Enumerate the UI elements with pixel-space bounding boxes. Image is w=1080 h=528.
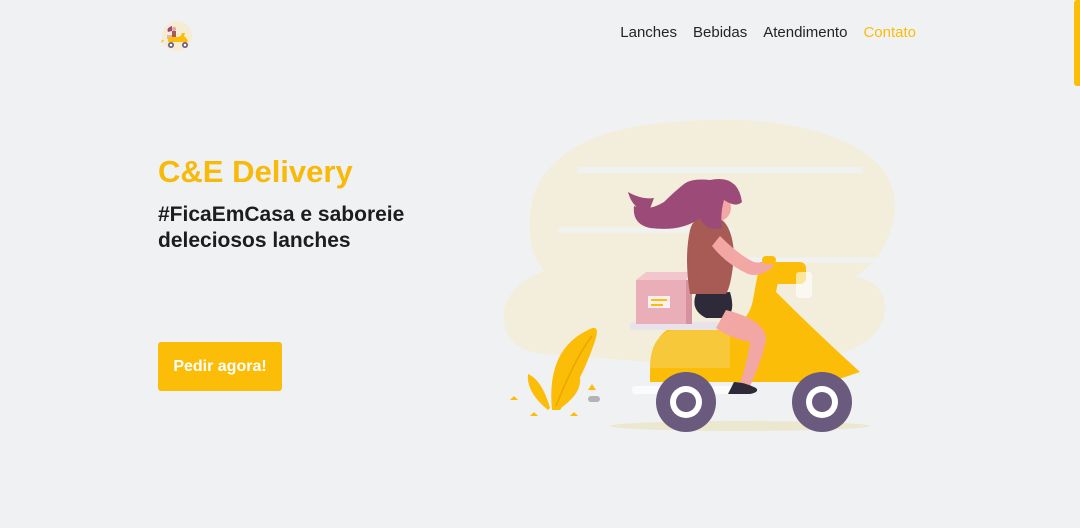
- hero-text: C&E Delivery #FicaEmCasa e saboreie dele…: [158, 152, 438, 254]
- delivery-scooter-logo-icon[interactable]: [158, 18, 196, 52]
- nav-menu: Lanches Bebidas Atendimento Contato: [620, 24, 916, 42]
- nav-link-bebidas[interactable]: Bebidas: [693, 24, 747, 42]
- nav-link-atendimento[interactable]: Atendimento: [763, 24, 847, 42]
- hero-title: C&E Delivery: [158, 154, 353, 189]
- nav-link-contato[interactable]: Contato: [863, 24, 916, 42]
- woman-riding-scooter-illustration: [500, 110, 920, 440]
- order-now-button[interactable]: Pedir agora!: [158, 342, 282, 391]
- navbar: Lanches Bebidas Atendimento Contato: [158, 14, 916, 54]
- scrollbar-thumb[interactable]: [1074, 0, 1080, 86]
- page: Lanches Bebidas Atendimento Contato C&E …: [0, 0, 1080, 528]
- nav-link-lanches[interactable]: Lanches: [620, 24, 677, 42]
- hero-tagline: #FicaEmCasa e saboreie deleciosos lanche…: [158, 203, 405, 252]
